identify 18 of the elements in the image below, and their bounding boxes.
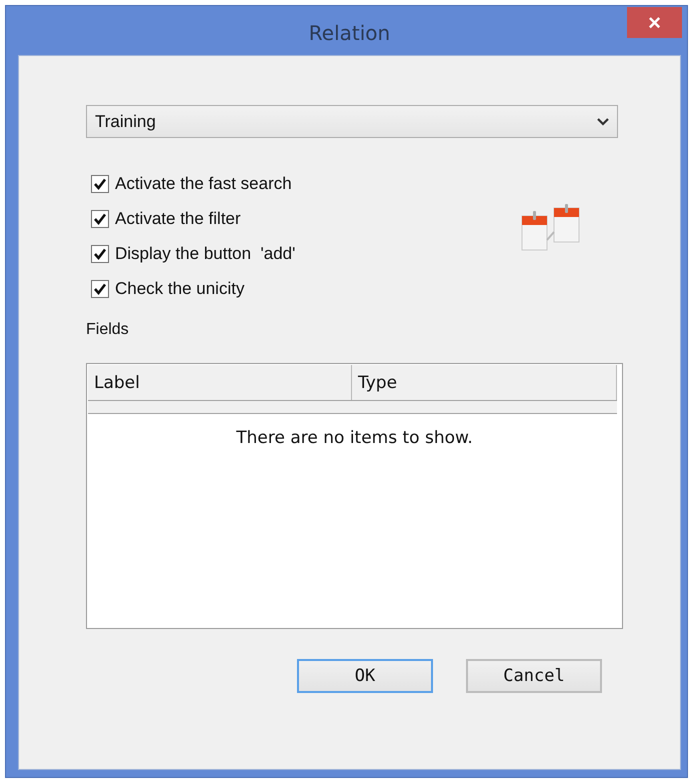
relation-dropdown[interactable]: Training: [86, 105, 618, 138]
close-button[interactable]: ×: [627, 7, 682, 38]
window-title: Relation: [308, 20, 390, 44]
checkbox[interactable]: [91, 245, 109, 263]
empty-message: There are no items to show.: [235, 428, 474, 448]
cancel-button[interactable]: Cancel: [466, 659, 602, 693]
checkbox[interactable]: [91, 175, 109, 193]
checkbox-label: Activate the fast search: [115, 174, 292, 194]
column-header[interactable]: Type: [352, 365, 617, 400]
ok-button[interactable]: OK: [297, 659, 433, 693]
checkbox-label: Activate the filter: [115, 209, 241, 229]
chevron-down-icon: [597, 118, 609, 126]
checkbox[interactable]: [91, 210, 109, 228]
checkbox[interactable]: [91, 280, 109, 298]
checkbox-label: Display the button 'add': [115, 244, 296, 264]
fields-label: Fields: [86, 321, 129, 339]
checkbox-label: Check the unicity: [115, 279, 244, 299]
column-header[interactable]: Label: [88, 365, 352, 400]
